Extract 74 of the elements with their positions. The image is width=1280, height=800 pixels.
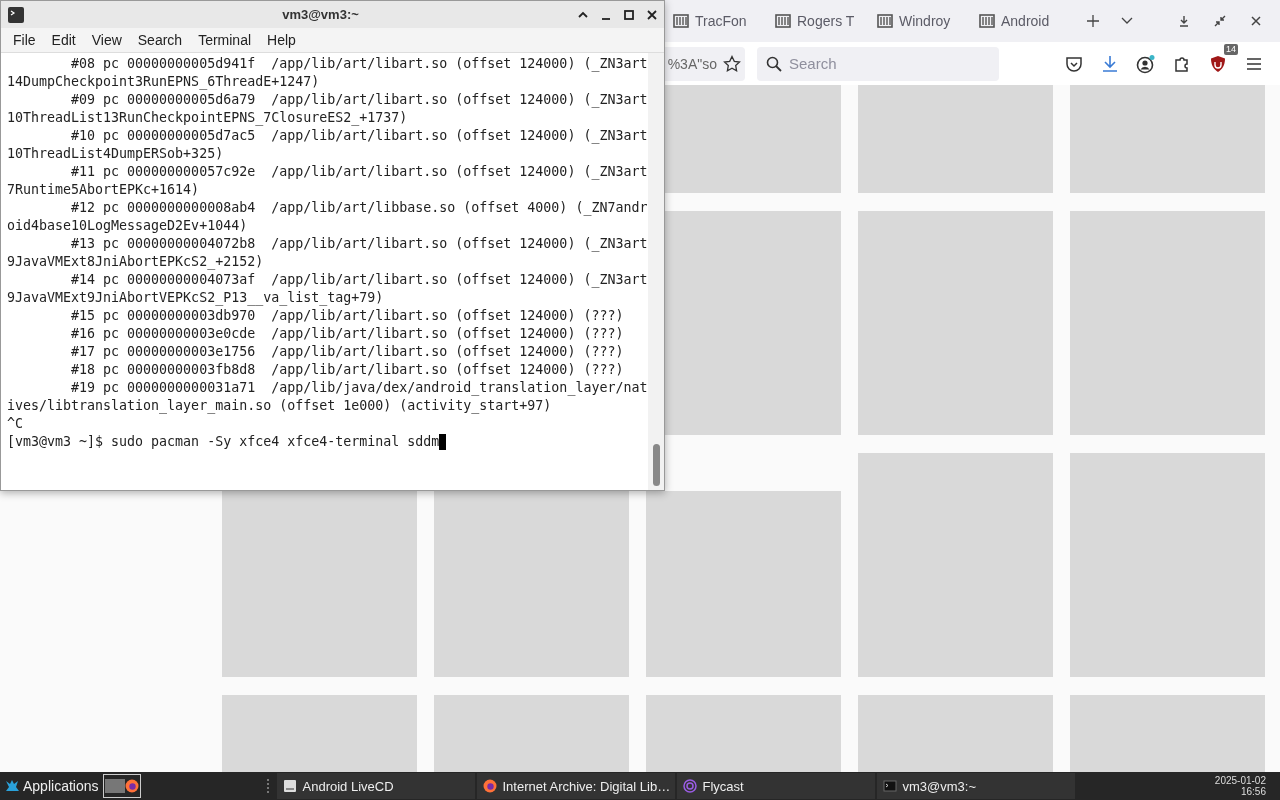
window-thumbnail	[104, 779, 125, 793]
tile-placeholder[interactable]	[858, 453, 1053, 677]
search-icon	[766, 55, 782, 72]
mouse-logo-icon	[4, 778, 20, 794]
terminal-line: 9JavaVMExt9JniAbortVEPKcS2_P13__va_list_tag+79)	[7, 289, 385, 307]
terminal-line: 10ThreadList4DumpERSob+325)	[7, 145, 225, 163]
workspace-switcher[interactable]	[102, 774, 141, 798]
search-field[interactable]: Search	[757, 46, 999, 81]
terminal-line: #11 pc 000000000057c92e /app/lib/art/libart.so (offset 124000) (_ZN3art	[70, 163, 648, 181]
tile-placeholder[interactable]	[858, 85, 1053, 193]
terminal-line: oid4base10LogMessageD2Ev+1044)	[7, 217, 249, 235]
tile-placeholder[interactable]	[665, 211, 841, 435]
terminal-icon	[7, 5, 25, 24]
tile-placeholder[interactable]	[858, 211, 1053, 435]
shield-icon[interactable]	[1209, 53, 1227, 74]
star-icon	[723, 54, 741, 73]
scrollbar-thumb[interactable]	[652, 444, 660, 486]
time-text: 16:56	[1240, 786, 1266, 797]
terminal-line: 9JavaVMExt8JniAbortEPKcS2_+2152)	[7, 253, 265, 271]
terminal-line: #15 pc 00000000003db970 /app/lib/art/libart.so (offset 124000) (???)	[70, 307, 625, 325]
text-cursor	[439, 434, 447, 450]
terminal-line: #19 pc 0000000000031a71 /app/lib/java/dex/android_translation_layer/nat	[70, 379, 648, 397]
terminal-line: 14DumpCheckpoint3RunEPNS_6ThreadE+1247)	[7, 73, 321, 91]
tile-placeholder[interactable]	[665, 85, 841, 193]
maximize-icon[interactable]	[622, 8, 635, 21]
terminal-line: #17 pc 00000000003e1756 /app/lib/art/libart.so (offset 124000) (???)	[70, 343, 625, 361]
terminal-line: ives/libtranslation_layer_main.so (offset 1e000) (activity_start+97)	[7, 397, 553, 415]
browser-tab[interactable]: Android	[971, 5, 1073, 37]
command-line: [vm3@vm3 ~]$ sudo pacman -Sy xfce4 xfce4-terminal sddm	[7, 433, 440, 451]
firefox-icon	[482, 779, 497, 793]
building-icon	[979, 13, 995, 29]
tile-placeholder[interactable]	[646, 491, 841, 677]
menu-item[interactable]: Edit	[43, 32, 84, 48]
terminal-line: #09 pc 00000000005d6a79 /app/lib/art/libart.so (offset 124000) (_ZN3art	[70, 91, 648, 109]
terminal-line: 10ThreadList13RunCheckpointEPNS_7ClosureES2_+1737)	[7, 109, 409, 127]
date-text: 2025-01-02	[1214, 775, 1266, 786]
taskbar-button[interactable]: Flycast	[676, 773, 875, 799]
applications-menu[interactable]: Applications	[0, 773, 103, 799]
terminal-line: #08 pc 00000000005d941f /app/lib/art/libart.so (offset 124000) (_ZN3art	[70, 55, 648, 73]
menu-item[interactable]: Terminal	[190, 32, 260, 48]
terminal-line: #10 pc 00000000005d7ac5 /app/lib/art/libart.so (offset 124000) (_ZN3art	[70, 127, 648, 145]
url-text: %3A"so	[667, 55, 717, 72]
window-title: vm3@vm3:~	[282, 7, 359, 22]
taskbar-button[interactable]: vm3@vm3:~	[876, 773, 1075, 799]
browser-tab[interactable]: TracFon	[665, 5, 767, 37]
terminal-icon	[882, 779, 897, 793]
menu-item[interactable]: Help	[259, 32, 304, 48]
browser-tab[interactable]: Rogers T	[767, 5, 869, 37]
browser-tab[interactable]: Windroy	[869, 5, 971, 37]
tile-placeholder[interactable]	[434, 491, 629, 677]
menu-item[interactable]: File	[5, 32, 44, 48]
menu-item[interactable]: View	[83, 32, 130, 48]
terminal-line: #12 pc 0000000000008ab4 /app/lib/art/libbase.so (offset 4000) (_ZN7andr	[70, 199, 648, 217]
terminal-line: #14 pc 00000000004073af /app/lib/art/libart.so (offset 124000) (_ZN3art	[70, 271, 648, 289]
building-icon	[877, 13, 893, 29]
close-icon[interactable]	[645, 8, 658, 21]
terminal-line: 7Runtime5AbortEPKc+1614)	[7, 181, 201, 199]
building-icon	[775, 13, 791, 29]
terminal-line: #18 pc 00000000003fb8d8 /app/lib/art/libart.so (offset 124000) (???)	[70, 361, 625, 379]
tile-placeholder[interactable]	[1070, 453, 1265, 677]
tile-placeholder[interactable]	[1070, 85, 1265, 193]
count-badge: 14	[1224, 43, 1238, 55]
terminal-line: ^C	[7, 415, 24, 433]
taskbar-button[interactable]: Internet Archive: Digital Lib…	[476, 773, 675, 799]
terminal-line: #16 pc 00000000003e0cde /app/lib/art/libart.so (offset 124000) (???)	[70, 325, 625, 343]
firefox-icon	[124, 779, 139, 793]
spiral-icon	[682, 779, 697, 793]
building-icon	[673, 13, 689, 29]
tile-placeholder[interactable]	[1070, 211, 1265, 435]
tile-placeholder[interactable]	[222, 491, 417, 677]
taskbar-button[interactable]: Android LiveCD	[276, 773, 475, 799]
menu-item[interactable]: Search	[129, 32, 191, 48]
address-bar[interactable]: %3A"so	[665, 46, 745, 81]
terminal-line: #13 pc 00000000004072b8 /app/lib/art/libart.so (offset 124000) (_ZN3art	[70, 235, 648, 253]
